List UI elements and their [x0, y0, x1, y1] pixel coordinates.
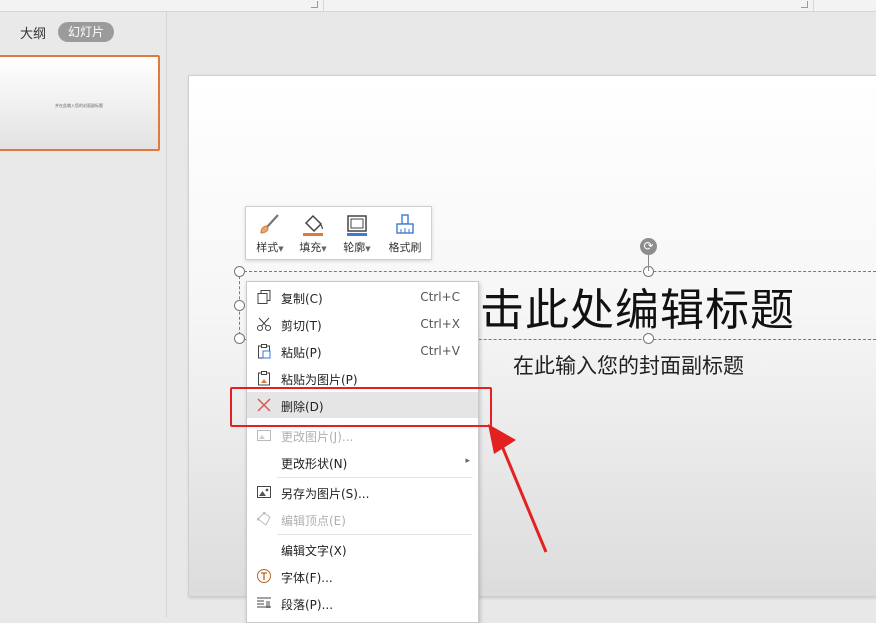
menu-item-paragraph[interactable]: 段落(P)... [247, 590, 478, 616]
highlight-box [230, 387, 492, 427]
edit-points-icon [257, 512, 271, 526]
slide-thumbnail[interactable]: 并在此输入您的封面副标题 [0, 55, 160, 151]
rotate-handle-icon[interactable]: ⟳ [640, 238, 657, 255]
thumbnail-text: 并在此输入您的封面副标题 [55, 103, 103, 108]
fill-label: 填充 [299, 241, 322, 254]
menu-item-label: 更改图片(J)... [281, 430, 354, 444]
menu-item-shortcut: Ctrl+V [420, 344, 460, 358]
menu-item-label: 复制(C) [281, 292, 323, 306]
menu-item-label: 字体(F)... [281, 571, 333, 585]
resize-handle[interactable] [234, 333, 245, 344]
rotate-stem [648, 255, 649, 271]
menu-item-edit-text[interactable]: 编辑文字(X) [247, 536, 478, 562]
menu-item-label: 编辑文字(X) [281, 544, 347, 558]
menu-item-copy[interactable]: 复制(C) Ctrl+C [247, 284, 478, 310]
menu-item-label: 粘贴(P) [281, 346, 322, 360]
menu-item-label: 粘贴为图片(P) [281, 373, 358, 387]
fill-button[interactable]: 填充▼ [292, 207, 334, 259]
menu-item-save-as-image[interactable]: 另存为图片(S)... [247, 479, 478, 505]
group-launcher-icon[interactable] [311, 1, 318, 8]
menu-item-label: 另存为图片(S)... [281, 487, 370, 501]
divider [323, 0, 324, 11]
menu-item-font[interactable]: 字体(F)... [247, 563, 478, 589]
menu-item-label: 编辑顶点(E) [281, 514, 346, 528]
style-label: 样式 [256, 241, 279, 254]
caret-down-icon: ▼ [365, 245, 371, 253]
copy-icon [257, 290, 271, 304]
outline-button[interactable]: 轮廓▼ [336, 207, 378, 259]
top-strip [0, 0, 876, 12]
menu-item-cut[interactable]: 剪切(T) Ctrl+X [247, 311, 478, 337]
group-launcher-icon[interactable] [801, 1, 808, 8]
annotation-arrow-icon [488, 424, 548, 553]
font-icon [257, 569, 271, 583]
menu-item-label: 段落(P)... [281, 598, 334, 612]
menu-item-label: 更改形状(N) [281, 457, 348, 471]
save-image-icon [257, 486, 271, 498]
menu-item-edit-points: 编辑顶点(E) [247, 506, 478, 532]
menu-item-change-shape[interactable]: 更改形状(N) ▸ [247, 449, 478, 475]
menu-item-shortcut: Ctrl+X [420, 317, 460, 331]
menu-item-label: 剪切(T) [281, 319, 322, 333]
brush-icon [260, 214, 279, 234]
style-button[interactable]: 样式▼ [250, 207, 290, 259]
outline-label: 轮廓 [343, 241, 366, 254]
paragraph-icon [257, 597, 271, 608]
paste-icon [258, 344, 271, 359]
tab-slides[interactable]: 幻灯片 [58, 22, 114, 42]
slide-title[interactable]: 击此处编辑标题 [480, 274, 795, 338]
caret-down-icon: ▼ [321, 245, 327, 253]
caret-down-icon: ▼ [278, 245, 284, 253]
submenu-arrow-icon: ▸ [465, 456, 470, 466]
scissors-icon [257, 317, 271, 331]
tab-outline[interactable]: 大纲 [20, 23, 46, 42]
format-painter-label: 格式刷 [388, 241, 422, 254]
format-painter-button[interactable]: 格式刷 [381, 207, 429, 259]
menu-separator [277, 477, 472, 478]
resize-handle[interactable] [234, 300, 245, 311]
context-menu: 复制(C) Ctrl+C 剪切(T) Ctrl+X 粘贴(P) Ctrl+V 粘… [246, 281, 479, 623]
menu-item-shortcut: Ctrl+C [420, 290, 460, 304]
change-image-icon [257, 430, 271, 441]
format-painter-icon [396, 214, 414, 234]
outline-icon [347, 215, 367, 236]
fill-bucket-icon [303, 214, 324, 236]
menu-separator [277, 534, 472, 535]
divider [813, 0, 814, 11]
menu-item-paste[interactable]: 粘贴(P) Ctrl+V [247, 338, 478, 364]
slide-subtitle[interactable]: 在此输入您的封面副标题 [513, 350, 744, 380]
resize-handle[interactable] [234, 266, 245, 277]
floating-mini-toolbar: 样式▼ 填充▼ 轮廓▼ 格式刷 [245, 206, 432, 260]
paste-as-image-icon [258, 371, 270, 386]
